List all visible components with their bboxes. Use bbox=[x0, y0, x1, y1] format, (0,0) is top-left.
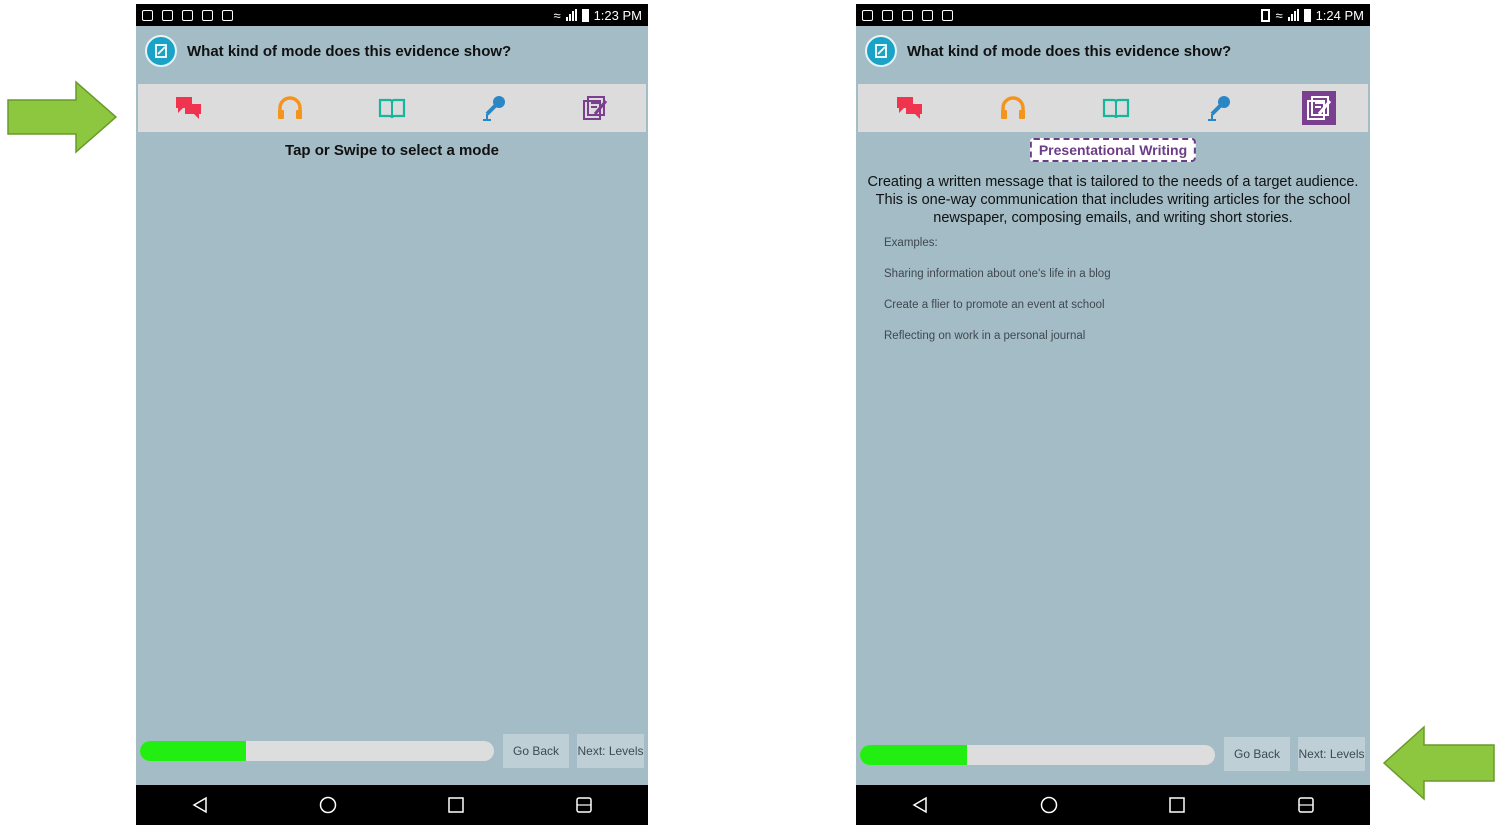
mode-interpersonal[interactable] bbox=[890, 88, 930, 128]
left-phone-screen: ≈ 1:23 PM What kind of mode does this ev… bbox=[136, 4, 648, 825]
back-nav-icon[interactable] bbox=[911, 796, 929, 814]
progress-bar bbox=[140, 741, 494, 761]
go-back-button[interactable]: Go Back bbox=[503, 734, 569, 768]
example-item: Reflecting on work in a personal journal bbox=[884, 330, 1086, 342]
mode-presentational-writing[interactable] bbox=[575, 88, 615, 128]
android-nav-bar bbox=[856, 785, 1370, 825]
open-book-icon bbox=[378, 98, 406, 119]
chat-bubbles-icon bbox=[175, 97, 201, 119]
status-bar: ≈ 1:23 PM bbox=[136, 4, 648, 26]
mode-presentational-speaking[interactable] bbox=[474, 88, 514, 128]
pointer-arrow-right bbox=[1382, 725, 1495, 801]
notification-icons bbox=[862, 9, 953, 21]
progress-fill bbox=[140, 741, 247, 761]
progress-bar bbox=[860, 745, 1215, 765]
battery-icon bbox=[1303, 8, 1311, 22]
evidence-icon[interactable] bbox=[865, 35, 897, 67]
android-nav-bar bbox=[136, 785, 648, 825]
selected-mode-badge: Presentational Writing bbox=[1029, 138, 1197, 162]
mode-interpretive-listening[interactable] bbox=[993, 88, 1033, 128]
recents-nav-icon[interactable] bbox=[1168, 796, 1186, 814]
home-nav-icon[interactable] bbox=[319, 796, 337, 814]
dual-window-nav-icon[interactable] bbox=[1297, 796, 1315, 814]
question-title: What kind of mode does this evidence sho… bbox=[907, 42, 1232, 60]
microphone-icon bbox=[1208, 96, 1231, 121]
recents-nav-icon[interactable] bbox=[447, 796, 465, 814]
writing-icon bbox=[1307, 96, 1332, 120]
home-nav-icon[interactable] bbox=[1040, 796, 1058, 814]
chat-bubbles-icon bbox=[896, 97, 922, 119]
writing-icon bbox=[583, 96, 608, 120]
wifi-icon: ≈ bbox=[553, 7, 561, 23]
status-time: 1:23 PM bbox=[593, 7, 642, 23]
mode-hint: Tap or Swipe to select a mode bbox=[285, 142, 499, 159]
mode-interpretive-listening[interactable] bbox=[270, 88, 310, 128]
example-item: Sharing information about one's life in … bbox=[884, 268, 1111, 280]
headphones-icon bbox=[1000, 96, 1025, 119]
next-levels-button[interactable]: Next: Levels bbox=[577, 734, 644, 768]
signal-icon bbox=[1287, 9, 1299, 21]
back-nav-icon[interactable] bbox=[191, 796, 209, 814]
vibrate-icon bbox=[1261, 8, 1271, 22]
go-back-button[interactable]: Go Back bbox=[1224, 737, 1290, 771]
mode-selector bbox=[138, 84, 646, 132]
wifi-icon: ≈ bbox=[1275, 7, 1283, 23]
mode-interpretive-reading[interactable] bbox=[372, 88, 412, 128]
examples-heading: Examples: bbox=[884, 237, 938, 249]
question-header: What kind of mode does this evidence sho… bbox=[136, 30, 648, 72]
progress-fill bbox=[860, 745, 967, 765]
open-book-icon bbox=[1102, 98, 1130, 119]
dual-window-nav-icon[interactable] bbox=[575, 796, 593, 814]
mode-presentational-writing[interactable] bbox=[1302, 91, 1337, 125]
mode-interpretive-reading[interactable] bbox=[1096, 88, 1136, 128]
mode-interpersonal[interactable] bbox=[169, 88, 209, 128]
microphone-icon bbox=[482, 96, 505, 121]
notification-icons bbox=[142, 9, 233, 21]
pointer-arrow-left bbox=[7, 80, 118, 154]
mode-description: Creating a written message that is tailo… bbox=[867, 174, 1359, 226]
headphones-icon bbox=[278, 96, 303, 119]
next-levels-button[interactable]: Next: Levels bbox=[1298, 737, 1365, 771]
status-time: 1:24 PM bbox=[1315, 7, 1364, 23]
battery-icon bbox=[581, 8, 589, 22]
example-item: Create a flier to promote an event at sc… bbox=[884, 299, 1105, 311]
mode-presentational-speaking[interactable] bbox=[1199, 88, 1239, 128]
question-title: What kind of mode does this evidence sho… bbox=[187, 42, 512, 60]
status-bar: ≈ 1:24 PM bbox=[856, 4, 1370, 26]
signal-icon bbox=[565, 9, 577, 21]
mode-selector bbox=[858, 84, 1368, 132]
question-header: What kind of mode does this evidence sho… bbox=[856, 30, 1370, 72]
evidence-icon[interactable] bbox=[145, 35, 177, 67]
right-phone-screen: ≈ 1:24 PM What kind of mode does this ev… bbox=[856, 4, 1370, 825]
